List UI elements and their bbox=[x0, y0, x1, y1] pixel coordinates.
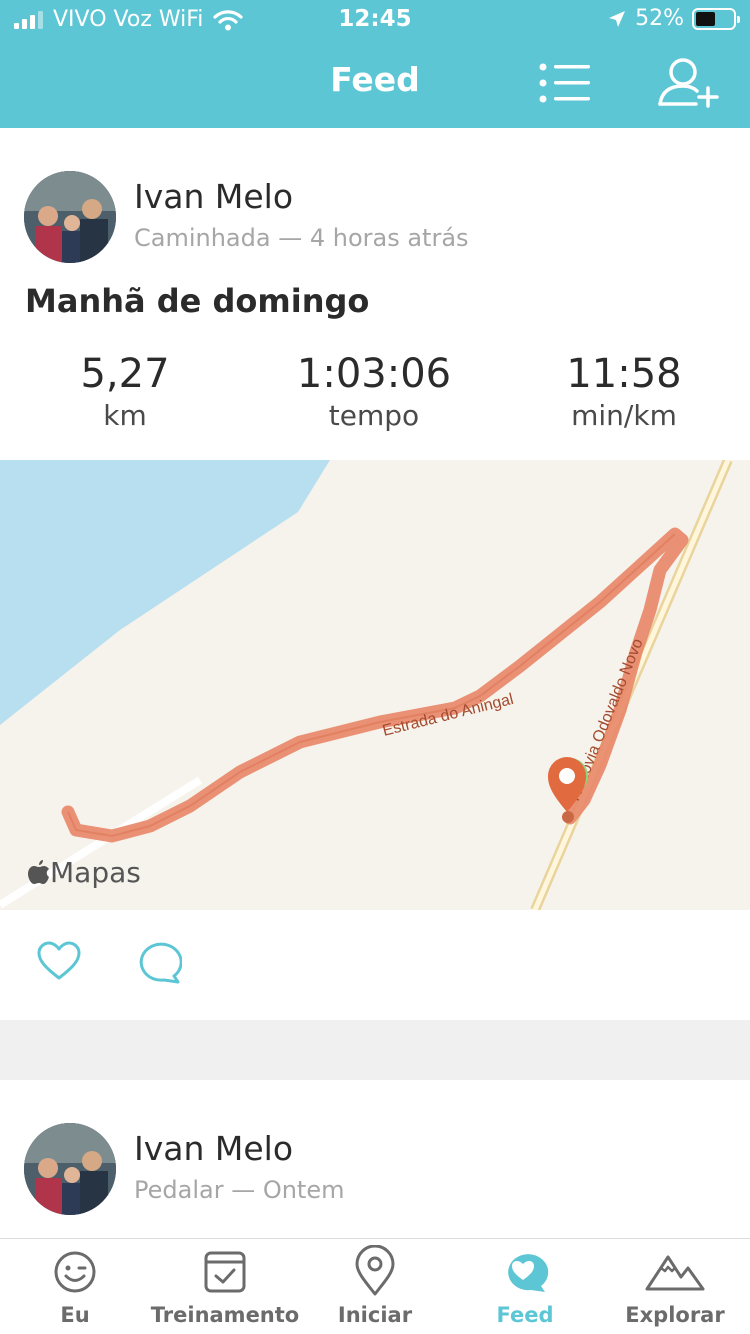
status-bar: VIVO Voz WiFi 12:45 52% bbox=[0, 0, 750, 40]
user-name[interactable]: Ivan Melo bbox=[134, 177, 293, 216]
avatar[interactable] bbox=[24, 171, 116, 263]
stat-pace: 11:58 min/km bbox=[499, 350, 749, 434]
avatar[interactable] bbox=[24, 1123, 116, 1215]
stat-value: 11:58 bbox=[566, 351, 682, 397]
apple-icon bbox=[28, 860, 49, 884]
smile-icon bbox=[54, 1251, 96, 1293]
map-attribution: Mapas bbox=[28, 856, 141, 889]
tab-label: Iniciar bbox=[337, 1303, 413, 1327]
tab-label: Eu bbox=[60, 1303, 90, 1327]
tab-eu[interactable]: Eu bbox=[0, 1239, 150, 1334]
activity-subtitle: Caminhada — 4 horas atrás bbox=[134, 224, 469, 252]
mountains-icon bbox=[645, 1255, 705, 1291]
location-arrow-icon bbox=[609, 10, 626, 27]
route-map[interactable]: Estrada do Aningal Rodovia Odovaldo Novo… bbox=[0, 460, 750, 910]
stat-value: 1:03:06 bbox=[296, 351, 452, 397]
tab-explorar[interactable]: Explorar bbox=[600, 1239, 750, 1334]
feed-item[interactable]: Ivan Melo Caminhada — 4 horas atrás Manh… bbox=[0, 128, 750, 1020]
tab-label: Treinamento bbox=[150, 1303, 300, 1327]
water-area bbox=[0, 460, 330, 725]
feed-item[interactable]: Ivan Melo Pedalar — Ontem bbox=[0, 1080, 750, 1240]
stat-unit: min/km bbox=[571, 399, 677, 432]
stat-unit: tempo bbox=[328, 399, 420, 432]
location-pin-icon bbox=[355, 1245, 395, 1296]
stat-time: 1:03:06 tempo bbox=[249, 350, 499, 434]
user-name[interactable]: Ivan Melo bbox=[134, 1129, 293, 1168]
tab-bar: Eu Treinamento Iniciar Feed Explorar bbox=[0, 1238, 750, 1334]
top-bar: VIVO Voz WiFi 12:45 52% Feed bbox=[0, 0, 750, 128]
stat-value: 5,27 bbox=[80, 351, 170, 397]
battery-percent: 52% bbox=[635, 6, 684, 31]
stat-distance: 5,27 km bbox=[0, 350, 250, 434]
activity-title: Manhã de domingo bbox=[25, 282, 370, 320]
add-user-icon[interactable] bbox=[656, 56, 720, 110]
stat-unit: km bbox=[103, 399, 147, 432]
battery-icon bbox=[692, 7, 740, 30]
comment-icon[interactable] bbox=[134, 940, 182, 986]
map-attribution-label: Mapas bbox=[50, 856, 141, 889]
activity-subtitle: Pedalar — Ontem bbox=[134, 1176, 345, 1204]
page-title: Feed bbox=[330, 60, 420, 99]
tab-label: Explorar bbox=[625, 1303, 725, 1327]
tab-iniciar[interactable]: Iniciar bbox=[300, 1239, 450, 1334]
feed-heart-icon bbox=[508, 1254, 549, 1292]
tab-label: Feed bbox=[496, 1303, 554, 1327]
list-icon[interactable] bbox=[538, 62, 592, 104]
heart-icon[interactable] bbox=[36, 940, 82, 982]
tab-feed[interactable]: Feed bbox=[450, 1239, 600, 1334]
checklist-icon bbox=[204, 1251, 246, 1293]
tab-treinamento[interactable]: Treinamento bbox=[150, 1239, 300, 1334]
